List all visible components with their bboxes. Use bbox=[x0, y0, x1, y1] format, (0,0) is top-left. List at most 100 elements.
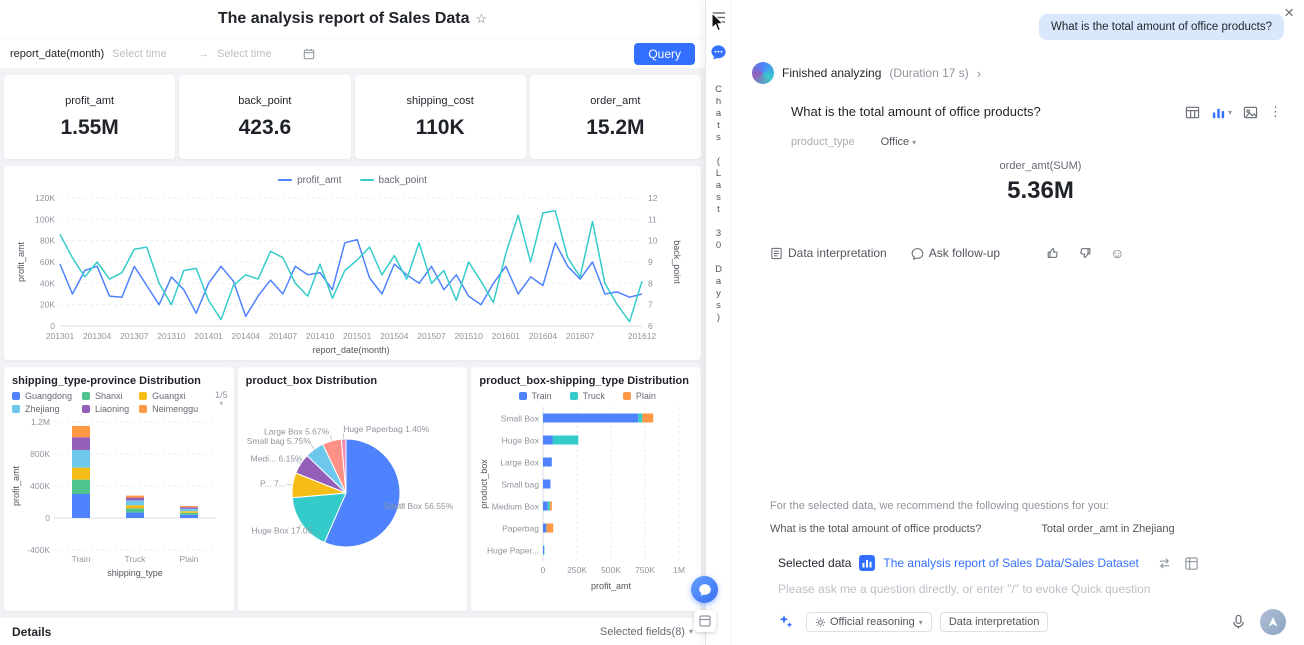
pie-label: Small bag 5.75% bbox=[246, 436, 311, 446]
reasoning-mode-chip[interactable]: Official reasoning ▾ bbox=[806, 612, 932, 632]
trend-chart-legend: profit_amt back_point bbox=[14, 172, 691, 188]
microphone-icon[interactable] bbox=[1231, 614, 1246, 630]
gear-icon bbox=[815, 617, 826, 627]
chat-panel: Chats (Last 30 Days) × What is the total… bbox=[705, 0, 1304, 645]
product-box-pie-chart[interactable]: Small Box 56.55% Huge Box 17.05... P... 7.… bbox=[246, 387, 455, 592]
legend-item-plain[interactable]: Plain bbox=[622, 391, 656, 401]
bar-segment-Liaoning bbox=[180, 507, 198, 509]
legend-item-zhejiang[interactable]: Zhejiang bbox=[12, 404, 72, 414]
table-view-icon[interactable] bbox=[1185, 105, 1200, 120]
y-tick-label: 80K bbox=[40, 236, 55, 246]
floating-assistant-button[interactable] bbox=[691, 576, 718, 603]
selected-fields-dropdown[interactable]: Selected fields(8) ▾ bbox=[600, 626, 693, 638]
kpi-value: 423.6 bbox=[238, 115, 292, 139]
bar-segment-Shanxi bbox=[180, 512, 198, 515]
chart-type-icon[interactable]: ▾ bbox=[1211, 105, 1232, 120]
expand-chevron-icon[interactable]: › bbox=[977, 66, 981, 81]
query-button[interactable]: Query bbox=[634, 42, 695, 65]
filter-value-label: Office bbox=[880, 136, 910, 148]
recommended-question[interactable]: Total order_amt in Zhejiang bbox=[1041, 523, 1174, 535]
reasoning-chip-label: Official reasoning bbox=[830, 616, 915, 628]
filter-chips-row: product_type Office ▾ bbox=[791, 136, 1290, 148]
dataset-link[interactable]: The analysis report of Sales Data/Sales … bbox=[883, 556, 1138, 570]
shipping-province-card: shipping_type-province Distribution Guan… bbox=[4, 367, 234, 611]
interpretation-chip-label: Data interpretation bbox=[948, 616, 1040, 628]
date-range-arrow-icon: → bbox=[198, 47, 210, 60]
legend-label: Liaoning bbox=[95, 404, 130, 414]
x-tick-label: Plain bbox=[180, 554, 199, 564]
export-image-icon[interactable] bbox=[1243, 105, 1258, 120]
legend-label: profit_amt bbox=[297, 174, 342, 186]
y-tick-label: Small bag bbox=[502, 480, 540, 490]
end-date-input[interactable] bbox=[217, 47, 296, 60]
legend-swatch bbox=[518, 392, 527, 400]
x-tick-label: Truck bbox=[125, 554, 147, 564]
x-tick-label: 201501 bbox=[343, 331, 372, 341]
y-tick-label: Large Box bbox=[501, 458, 540, 468]
recommend-block: For the selected data, we recommend the … bbox=[770, 500, 1290, 535]
bar-segment-Train bbox=[543, 479, 551, 489]
send-button[interactable] bbox=[1260, 609, 1286, 635]
bar-segment-Zhejiang bbox=[72, 450, 90, 468]
caret-down-icon: ▾ bbox=[1227, 107, 1232, 117]
chart-title: shipping_type-province Distribution bbox=[12, 375, 201, 387]
assistant-status-row: Finished analyzing (Duration 17 s) › bbox=[752, 62, 1290, 84]
kpi-label: profit_amt bbox=[65, 94, 115, 107]
chats-tab-label[interactable]: Chats (Last 30 Days) bbox=[713, 84, 724, 324]
ask-follow-up-button[interactable]: Ask follow-up bbox=[911, 246, 1000, 260]
x-tick-label: 201607 bbox=[566, 331, 595, 341]
calendar-icon[interactable] bbox=[303, 48, 315, 60]
province-stacked-bar-chart[interactable]: -400K 0 400K 800K 1.2M Train Truck Plain shippin… bbox=[11, 414, 221, 582]
details-bar: Details Selected fields(8) ▾ bbox=[0, 618, 705, 645]
question-input[interactable]: Please ask me a question directly, or en… bbox=[778, 582, 1290, 596]
legend-item-liaoning[interactable]: Liaoning bbox=[82, 404, 129, 414]
ai-sparkle-icon[interactable] bbox=[778, 614, 794, 630]
dataset-form-icon[interactable] bbox=[1184, 556, 1199, 571]
data-interpretation-button[interactable]: Data interpretation bbox=[770, 246, 887, 260]
legend-swatch bbox=[82, 392, 91, 400]
bar-segment-Truck bbox=[638, 413, 643, 423]
filter-field-chip: product_type bbox=[791, 136, 855, 148]
pager-caret-icon[interactable]: ▾ bbox=[219, 400, 223, 408]
y2-tick-label: 11 bbox=[648, 214, 657, 224]
thumb-down-icon[interactable] bbox=[1078, 246, 1092, 260]
collapse-sidebar-icon[interactable] bbox=[712, 10, 725, 28]
trend-line-chart[interactable]: 0 20K 40K 60K 80K 100K 120K 6 7 8 9 10 11 12 201301 201… bbox=[14, 188, 689, 358]
interpretation-chip[interactable]: Data interpretation bbox=[939, 612, 1049, 632]
favorite-star-icon[interactable]: ☆ bbox=[476, 11, 488, 27]
chat-main: × What is the total amount of office pro… bbox=[732, 0, 1304, 645]
legend-item-back_point[interactable]: back_point bbox=[359, 175, 427, 186]
legend-item-neimenggu[interactable]: Neimenggu bbox=[139, 404, 198, 414]
y-tick-label: 0 bbox=[50, 321, 55, 331]
switch-dataset-icon[interactable] bbox=[1157, 556, 1172, 571]
chart-title: product_box Distribution bbox=[245, 375, 378, 387]
report-title: The analysis report of Sales Data bbox=[217, 10, 470, 27]
kpi-card-back-point: back_point 423.6 bbox=[179, 75, 351, 159]
bar-segment-Liaoning bbox=[126, 497, 144, 501]
chat-bubble-icon bbox=[911, 247, 924, 260]
legend-item-guangxi[interactable]: Guangxi bbox=[139, 391, 198, 401]
box-shipping-hbar-chart[interactable]: 0 250K 500K 750K 1M Small Box Huge Box Large Bo… bbox=[479, 403, 688, 599]
legend-item-guangdong[interactable]: Guangdong bbox=[12, 391, 72, 401]
floating-widget-button[interactable] bbox=[694, 610, 716, 632]
emoji-feedback-icon[interactable]: ☺ bbox=[1110, 245, 1124, 261]
recommended-question[interactable]: What is the total amount of office produ… bbox=[770, 523, 981, 535]
start-date-input[interactable] bbox=[112, 47, 191, 60]
filter-value-dropdown[interactable]: Office ▾ bbox=[881, 136, 917, 148]
y-tick-label: 0 bbox=[45, 513, 50, 523]
close-icon[interactable]: × bbox=[1284, 4, 1294, 21]
chat-tab-icon[interactable] bbox=[710, 44, 727, 66]
legend-item-profit_amt[interactable]: profit_amt bbox=[278, 174, 342, 186]
chat-bubble-icon bbox=[698, 583, 711, 596]
panel-icon bbox=[699, 615, 711, 627]
filter-bar: report_date(month) → Query bbox=[0, 38, 705, 68]
legend-item-truck[interactable]: Truck bbox=[569, 391, 605, 401]
legend-item-shanxi[interactable]: Shanxi bbox=[82, 391, 129, 401]
y-tick-label: 120K bbox=[35, 193, 55, 203]
thumb-up-icon[interactable] bbox=[1046, 246, 1060, 260]
more-menu-icon[interactable]: ⋮ bbox=[1269, 104, 1282, 120]
y-axis-title: profit_amt bbox=[16, 241, 26, 282]
bar-segment-Shanxi bbox=[126, 508, 144, 513]
legend-item-train[interactable]: Train bbox=[518, 391, 552, 401]
legend-pager[interactable]: 1/5 ▾ bbox=[215, 391, 228, 414]
